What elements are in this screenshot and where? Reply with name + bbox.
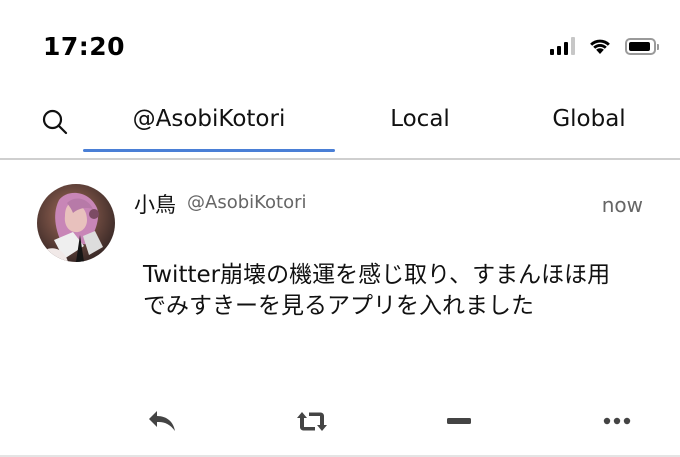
reaction-button[interactable]	[440, 402, 478, 440]
display-name[interactable]: 小鳥	[134, 189, 176, 219]
username[interactable]: @AsobiKotori	[187, 192, 307, 213]
clock: 17:20	[43, 32, 126, 61]
app-screen: 17:20 @AsobiKotori Local Global 小鳥 @Asob…	[0, 0, 680, 457]
active-tab-indicator	[83, 149, 335, 152]
reaction-icon	[447, 418, 471, 424]
renote-icon	[297, 411, 327, 431]
tab-account[interactable]: @AsobiKotori	[83, 106, 335, 134]
status-bar: 17:20	[0, 0, 680, 90]
reply-button[interactable]	[142, 402, 180, 440]
more-options-button[interactable]	[598, 402, 636, 440]
post-actions	[0, 402, 680, 442]
post-card[interactable]: 小鳥 @AsobiKotori now Twitter崩壊の機運を感じ取り、すま…	[0, 162, 680, 457]
avatar-image	[37, 184, 115, 262]
status-icons	[550, 37, 659, 55]
renote-button[interactable]	[293, 402, 331, 440]
wifi-icon	[590, 39, 610, 54]
tab-local[interactable]: Local	[360, 106, 480, 134]
timeline-tabs: @AsobiKotori Local Global	[0, 92, 680, 160]
cellular-signal-icon	[550, 37, 575, 55]
avatar[interactable]	[37, 184, 115, 262]
post-text: Twitter崩壊の機運を感じ取り、すまんほほ用でみすきーを見るアプリを入れまし…	[143, 262, 611, 319]
post-timestamp[interactable]: now	[602, 193, 643, 217]
search-icon[interactable]	[40, 107, 70, 137]
more-icon	[603, 417, 631, 425]
battery-icon	[625, 37, 659, 55]
reply-icon	[148, 410, 175, 431]
tab-global[interactable]: Global	[525, 106, 653, 134]
